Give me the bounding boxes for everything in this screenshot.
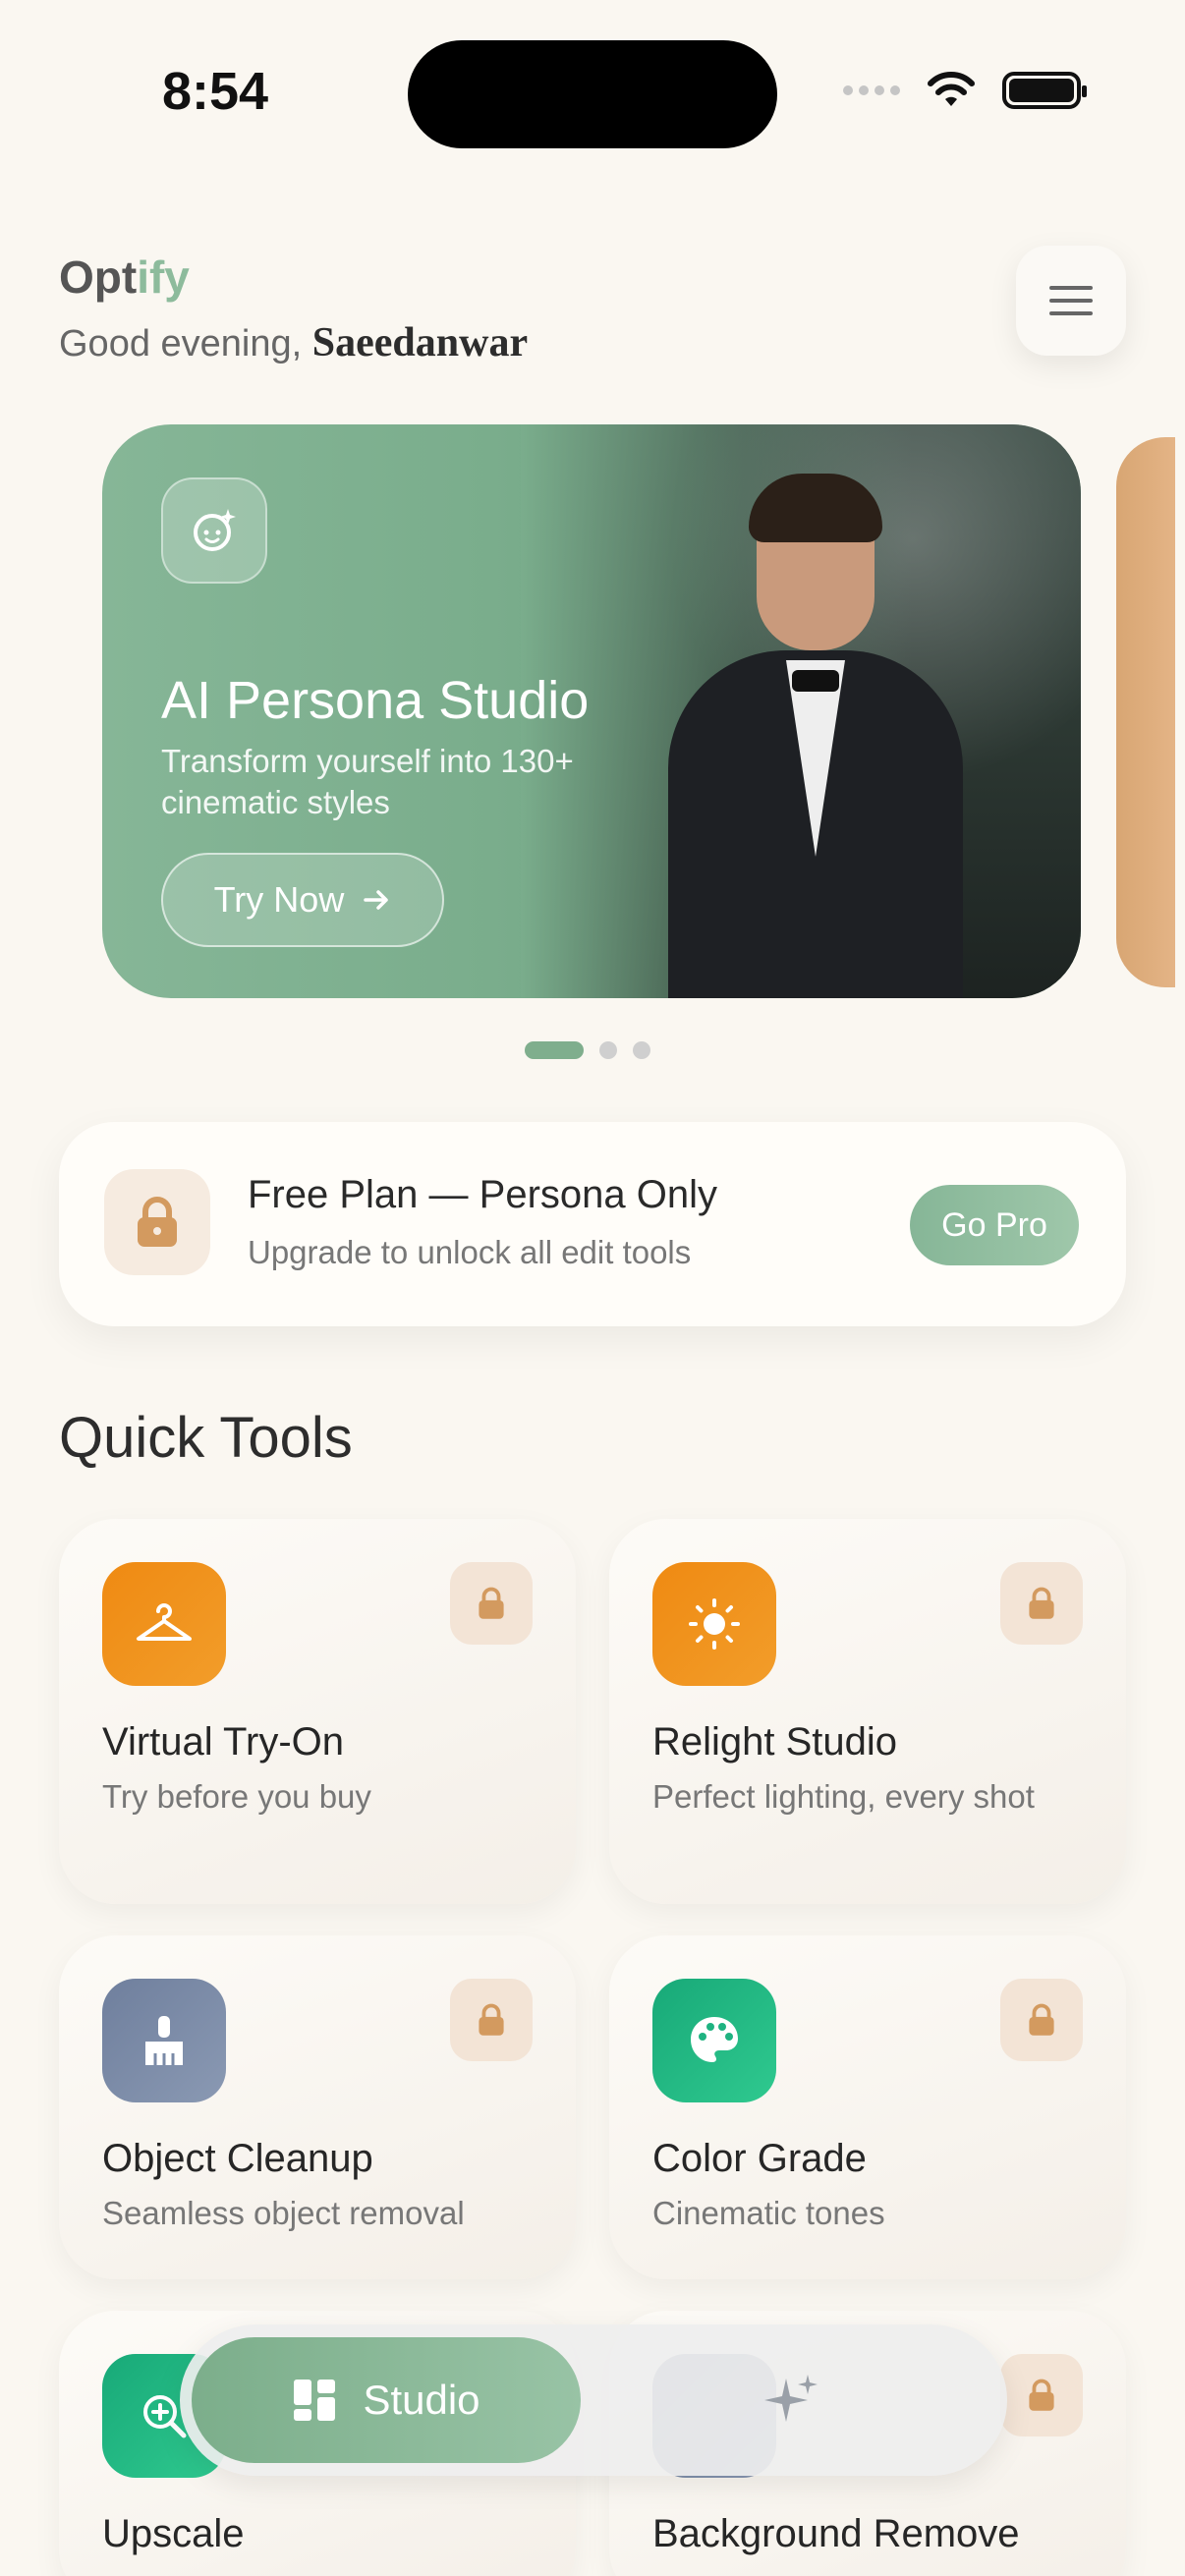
tool-card-virtual-try-on[interactable]: Virtual Try-On Try before you buy xyxy=(59,1519,576,1904)
face-sparkle-icon xyxy=(161,477,267,584)
tool-description: Try before you buy xyxy=(102,1778,371,1815)
pager-dot[interactable] xyxy=(599,1041,617,1059)
lock-icon xyxy=(1000,1562,1083,1645)
lock-icon xyxy=(104,1169,210,1275)
lock-icon xyxy=(450,1979,533,2061)
user-name: Saeedanwar xyxy=(311,320,529,365)
tool-description: Cinematic tones xyxy=(652,2195,885,2231)
signal-icon xyxy=(843,85,900,95)
lock-icon xyxy=(450,1562,533,1645)
plan-banner: Free Plan — Persona Only Upgrade to unlo… xyxy=(59,1122,1126,1326)
hamburger-icon xyxy=(1049,286,1093,315)
app-logo: Optify xyxy=(59,252,190,303)
lock-icon xyxy=(1000,2354,1083,2436)
tool-name: Background Remove xyxy=(652,2512,1020,2555)
pager-dot[interactable] xyxy=(633,1041,650,1059)
menu-button[interactable] xyxy=(1016,246,1126,356)
hero-title: AI Persona Studio xyxy=(161,671,590,730)
try-now-button[interactable]: Try Now xyxy=(161,853,444,947)
hero-card-persona-studio[interactable]: AI Persona Studio Transform yourself int… xyxy=(102,424,1081,998)
hero-card-next[interactable] xyxy=(1116,437,1175,987)
sparkles-icon xyxy=(764,2375,818,2422)
plan-subtitle: Upgrade to unlock all edit tools xyxy=(248,1234,692,1270)
tool-name: Relight Studio xyxy=(652,1720,898,1764)
nav-tab-studio[interactable]: Studio xyxy=(192,2337,581,2463)
lock-icon xyxy=(1000,1979,1083,2061)
nav-tab-ai[interactable] xyxy=(760,2368,824,2433)
wifi-icon xyxy=(928,72,975,106)
tool-card-color-grade[interactable]: Color Grade Cinematic tones xyxy=(609,1935,1126,2279)
tool-card-object-cleanup[interactable]: Object Cleanup Seamless object removal xyxy=(59,1935,576,2279)
hero-photo xyxy=(521,424,1081,998)
section-title-quick-tools: Quick Tools xyxy=(59,1406,353,1470)
arrow-right-icon xyxy=(364,890,389,910)
go-pro-button[interactable]: Go Pro xyxy=(910,1185,1079,1265)
dynamic-island xyxy=(408,40,777,148)
brush-icon xyxy=(102,1979,226,2102)
sun-icon xyxy=(652,1562,776,1686)
tool-name: Virtual Try-On xyxy=(102,1720,344,1764)
tool-name: Upscale xyxy=(102,2512,245,2555)
tool-card-relight-studio[interactable]: Relight Studio Perfect lighting, every s… xyxy=(609,1519,1126,1904)
nav-studio-label: Studio xyxy=(363,2377,480,2423)
status-icons xyxy=(843,71,1087,110)
pager-dot-active[interactable] xyxy=(525,1041,584,1059)
try-now-label: Try Now xyxy=(213,879,345,920)
plan-title: Free Plan — Persona Only xyxy=(248,1173,717,1216)
carousel-pager xyxy=(525,1041,650,1059)
greeting: Good evening, Saeedanwar xyxy=(59,320,529,365)
tool-name: Object Cleanup xyxy=(102,2137,373,2180)
bottom-nav: Studio xyxy=(180,2324,1007,2476)
hanger-icon xyxy=(102,1562,226,1686)
palette-icon xyxy=(652,1979,776,2102)
status-time: 8:54 xyxy=(162,62,269,121)
battery-icon xyxy=(1002,72,1087,109)
tool-description: Perfect lighting, every shot xyxy=(652,1778,1035,1815)
persona-figure xyxy=(668,474,963,998)
tool-name: Color Grade xyxy=(652,2137,867,2180)
hero-subtitle: Transform yourself into 130+ cinematic s… xyxy=(161,743,574,820)
tool-description: Seamless object removal xyxy=(102,2195,465,2231)
dashboard-icon xyxy=(294,2380,336,2421)
